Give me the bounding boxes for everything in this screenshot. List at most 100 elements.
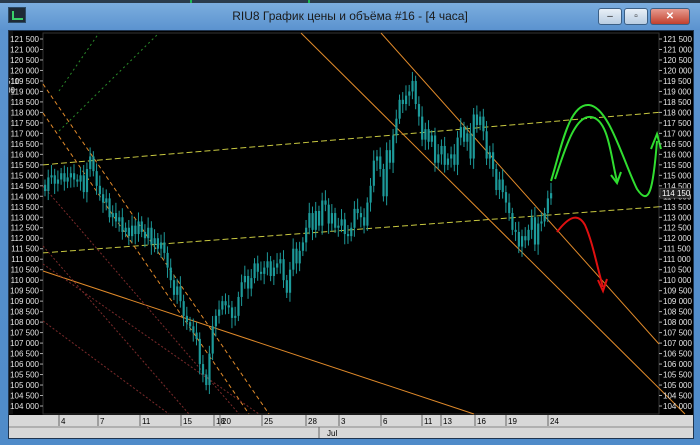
right-price-tick: 120 500 — [663, 56, 692, 65]
candle-body — [121, 217, 124, 232]
left-price-tick: 116 000 — [11, 150, 40, 159]
candle-body — [517, 231, 520, 247]
candle-body — [330, 213, 334, 224]
right-price-tick: 109 000 — [663, 297, 692, 306]
candle-body — [388, 150, 392, 163]
candle-body — [73, 173, 76, 180]
candle-body — [337, 225, 340, 228]
candle-body — [53, 175, 56, 184]
left-price-tick: 107 500 — [10, 329, 39, 338]
candle-body — [356, 208, 359, 214]
candle-body — [404, 95, 408, 105]
right-price-tick: 118 500 — [663, 98, 692, 107]
date-label: 28 — [308, 417, 317, 426]
date-label: 6 — [383, 417, 388, 426]
right-price-tick: 105 000 — [663, 381, 692, 390]
candle-body — [160, 242, 163, 249]
candle-body — [314, 210, 317, 230]
left-price-tick: 104 500 — [10, 392, 39, 401]
candle-body — [324, 200, 327, 205]
candle-body — [466, 133, 469, 142]
left-price-tick: 115 500 — [11, 161, 40, 170]
left-price-tick: 106 000 — [10, 360, 39, 369]
left-price-tick: 108 500 — [10, 308, 39, 317]
candle-body — [482, 116, 485, 132]
candle-body — [250, 278, 253, 289]
candle-body — [114, 213, 118, 222]
candle-body — [118, 217, 121, 222]
candle-body — [201, 364, 205, 375]
candle-body — [369, 185, 372, 203]
candle-body — [147, 227, 150, 239]
candle-body — [527, 229, 530, 241]
left-price-tick: 113 000 — [11, 213, 40, 222]
title-bar[interactable]: RIU8 График цены и объёма #16 - [4 часа]… — [0, 0, 700, 30]
minimize-button[interactable]: – — [598, 8, 622, 25]
candle-body — [537, 223, 540, 245]
candle-body — [421, 116, 424, 140]
right-price-tick: 121 000 — [663, 45, 692, 54]
window-title: RIU8 График цены и объёма #16 - [4 часа] — [232, 9, 468, 23]
left-price-tick: 116 500 — [11, 140, 40, 149]
left-price-tick: 105 500 — [10, 371, 39, 380]
date-label: 20 — [222, 417, 231, 426]
candle-body — [375, 156, 379, 161]
candle-body — [379, 156, 382, 170]
candle-body — [288, 269, 292, 293]
candle-body — [266, 261, 269, 268]
candle-body — [282, 259, 285, 281]
right-price-tick: 105 500 — [663, 371, 692, 380]
candle-body — [511, 213, 514, 230]
candle-body — [446, 158, 450, 165]
right-price-tick: 112 500 — [663, 224, 692, 233]
candle-body — [479, 116, 482, 125]
right-price-tick: 115 000 — [663, 171, 692, 180]
candle-body — [98, 185, 101, 195]
candle-body — [334, 213, 337, 228]
candle-body — [243, 275, 247, 283]
candle-body — [263, 267, 266, 274]
close-button[interactable]: ✕ — [650, 8, 690, 25]
left-price-tick: 114 000 — [11, 192, 40, 201]
right-price-tick: 112 000 — [663, 234, 692, 243]
candle-body — [417, 104, 421, 117]
left-price-tick: 120 500 — [10, 56, 39, 65]
left-price-tick: 112 500 — [11, 224, 40, 233]
candle-body — [205, 374, 208, 386]
candle-body — [47, 177, 50, 192]
candle-body — [269, 261, 272, 276]
candle-body — [69, 173, 72, 178]
candle-body — [166, 252, 169, 268]
candle-body — [163, 242, 166, 253]
candle-body — [414, 80, 417, 105]
candle-body — [469, 133, 472, 159]
left-price-tick: 118 500 — [11, 98, 40, 107]
candle-body — [353, 208, 356, 228]
candle-body — [382, 169, 385, 197]
candle-body — [350, 227, 353, 237]
candle-body — [218, 309, 221, 316]
candle-body — [472, 114, 475, 159]
candle-body — [92, 156, 95, 172]
left-price-tick: 117 000 — [11, 129, 40, 138]
restore-button[interactable]: ▫ — [624, 8, 648, 25]
candle-body — [395, 118, 398, 136]
candle-body — [440, 145, 443, 155]
candle-body — [498, 179, 501, 190]
candle-body — [108, 198, 111, 218]
price-chart[interactable]: 51000 121 500121 000120 500120 000119 50… — [9, 31, 693, 438]
last-price-label: 114 150 — [662, 189, 691, 198]
candle-body — [488, 152, 491, 159]
right-price-tick: 111 000 — [663, 255, 691, 264]
chart-area[interactable]: 51000 121 500121 000120 500120 000119 50… — [8, 30, 694, 439]
candle-body — [50, 175, 53, 178]
candle-body — [424, 129, 427, 140]
candle-body — [143, 231, 147, 239]
candle-body — [82, 175, 85, 193]
candle-body — [172, 280, 176, 295]
candle-body — [317, 210, 321, 226]
date-label: 13 — [443, 417, 452, 426]
candle-body — [359, 213, 363, 218]
right-price-tick: 116 500 — [663, 140, 692, 149]
candle-body — [343, 219, 346, 235]
